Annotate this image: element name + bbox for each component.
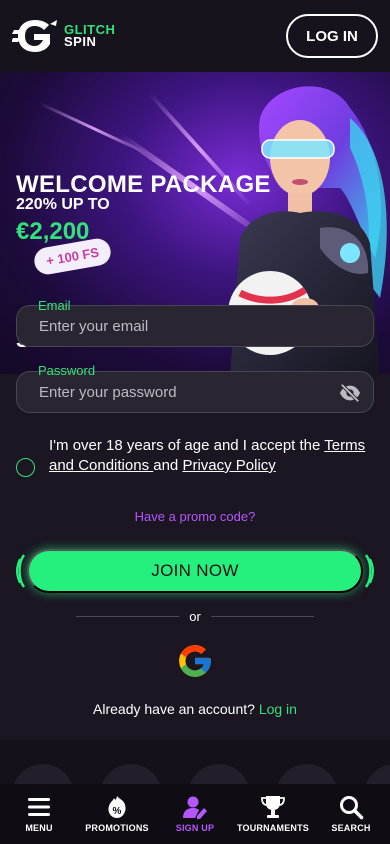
- have-account-text: Already have an account? Log in: [0, 701, 390, 717]
- divider-line: [76, 616, 180, 617]
- logo[interactable]: GLITCH SPIN: [12, 16, 115, 56]
- password-label: Password: [38, 363, 96, 378]
- nav-search[interactable]: SEARCH: [312, 794, 390, 833]
- light-streak: [39, 102, 150, 156]
- glow-bracket-right-icon: [364, 554, 374, 588]
- or-divider: or: [76, 609, 314, 624]
- promotions-icon: %: [108, 796, 126, 818]
- bottom-nav: MENU % PROMOTIONS SIGN UP TOURNAMENTS SE…: [0, 784, 390, 844]
- menu-icon: [28, 798, 50, 816]
- nav-label-tournaments: TOURNAMENTS: [236, 823, 310, 833]
- hero-title: WELCOME PACKAGE: [16, 171, 271, 198]
- logo-text: GLITCH SPIN: [64, 23, 115, 49]
- nav-label-promotions: PROMOTIONS: [85, 823, 149, 833]
- glitch-spin-logo-icon: [12, 20, 57, 52]
- nav-sign-up[interactable]: SIGN UP: [156, 794, 234, 833]
- footer-strip: [0, 740, 390, 790]
- have-account-label: Already have an account?: [93, 701, 255, 717]
- password-field[interactable]: [17, 372, 373, 412]
- terms-checkbox[interactable]: [16, 458, 35, 477]
- promo-code-link[interactable]: Have a promo code?: [0, 509, 390, 524]
- terms-consent: I'm over 18 years of age and I accept th…: [16, 436, 376, 477]
- nav-label-sign-up: SIGN UP: [175, 823, 215, 833]
- login-button[interactable]: LOG IN: [286, 14, 378, 58]
- google-icon[interactable]: [176, 642, 214, 680]
- trophy-icon: [261, 796, 285, 818]
- sign-up-icon: [183, 796, 207, 819]
- search-icon: [340, 796, 364, 820]
- glow-bracket-left-icon: [16, 554, 26, 588]
- privacy-policy-link[interactable]: Privacy Policy: [182, 457, 275, 474]
- terms-text-middle: and: [153, 457, 183, 474]
- join-now-button[interactable]: JOIN NOW: [27, 549, 363, 593]
- nav-promotions[interactable]: % PROMOTIONS: [78, 794, 156, 833]
- terms-text: I'm over 18 years of age and I accept th…: [49, 436, 376, 476]
- email-label: Email: [38, 298, 71, 313]
- or-text: or: [189, 609, 201, 624]
- header: GLITCH SPIN LOG IN: [0, 0, 390, 72]
- join-button-wrapper: JOIN NOW: [16, 549, 374, 593]
- svg-text:%: %: [113, 806, 122, 817]
- login-link[interactable]: Log in: [259, 701, 297, 717]
- divider-line: [210, 616, 314, 617]
- terms-text-prefix: I'm over 18 years of age and I accept th…: [49, 437, 325, 454]
- hero-subtitle: 220% UP TO: [16, 196, 110, 213]
- logo-text-line2: SPIN: [64, 34, 97, 49]
- nav-menu[interactable]: MENU: [0, 794, 78, 833]
- eye-off-icon[interactable]: [339, 382, 361, 404]
- nav-label-search: SEARCH: [331, 823, 371, 833]
- nav-tournaments[interactable]: TOURNAMENTS: [234, 794, 312, 833]
- nav-label-menu: MENU: [25, 823, 53, 833]
